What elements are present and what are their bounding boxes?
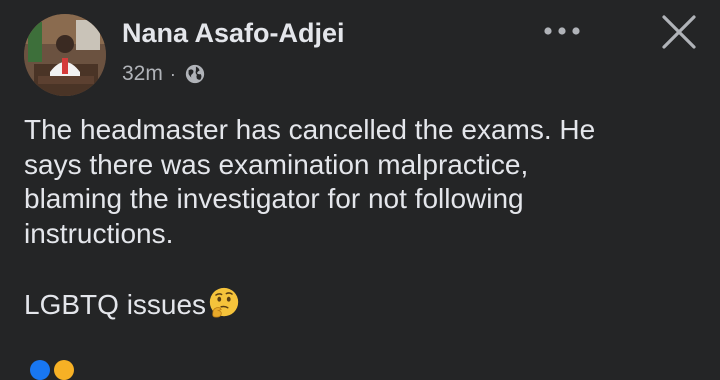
more-options-button[interactable] [535,14,589,48]
close-button[interactable] [655,8,703,56]
post-text-line-last: LGBTQ issues [24,286,704,323]
globe-icon[interactable] [184,63,206,85]
post-text-line: says there was examination malpractice, [24,148,529,180]
post-card: Nana Asafo-Adjei 32m · The headmaster ha… [0,0,720,380]
thinking-face-emoji-icon [209,287,239,318]
haha-reaction-icon [54,360,74,380]
reaction-icons[interactable] [30,360,74,380]
author-name[interactable]: Nana Asafo-Adjei [122,18,345,49]
post-text-line: instructions. [24,217,174,249]
like-reaction-icon [30,360,50,380]
more-options-icon [544,27,580,35]
profile-photo-icon [24,14,106,96]
post-meta: 32m · [122,60,206,88]
post-text-line: blaming the investigator for not followi… [24,183,524,214]
post-text-line: The headmaster has cancelled the exams. … [24,114,596,145]
close-icon [662,15,696,49]
post-body: The headmaster has cancelled the exams. … [24,113,704,322]
author-avatar[interactable] [24,14,106,96]
meta-separator: · [169,63,176,84]
post-timestamp[interactable]: 32m [122,62,163,86]
post-text-tag-line: LGBTQ issues [24,288,207,320]
